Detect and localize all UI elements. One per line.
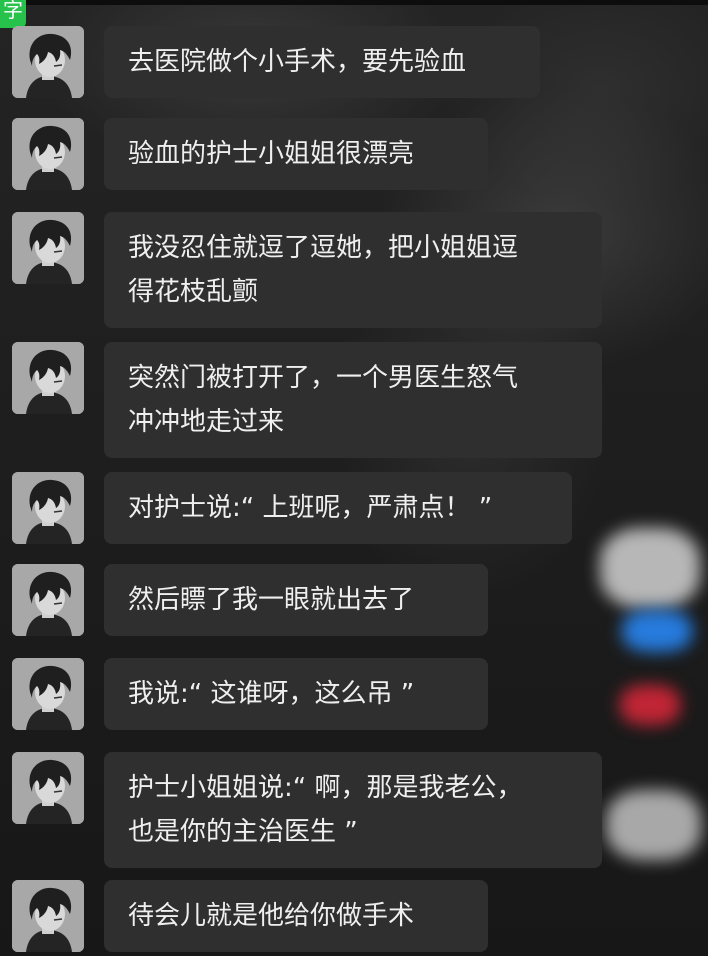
message-text: 护士小姐姐说:“ 啊，那是我老公， (128, 773, 523, 803)
message-bubble[interactable]: 去医院做个小手术，要先验血 (104, 26, 540, 98)
message-text: 冲冲地走过来 (128, 407, 285, 437)
message-text: 得花枝乱颤 (128, 277, 259, 307)
message-bubble[interactable]: 待会儿就是他给你做手术 (104, 880, 488, 952)
avatar-icon[interactable] (12, 880, 84, 952)
message-text: 验血的护士小姐姐很漂亮 (128, 139, 415, 169)
avatar-icon[interactable] (12, 564, 84, 636)
message-text: 对护士说:“ 上班呢，严肃点！ ” (128, 493, 493, 523)
chat-message-list[interactable]: 去医院做个小手术，要先验血 验血的护士小姐姐很漂亮 我没忍住就逗了逗她，把小姐姐… (0, 0, 708, 956)
message-text: 我没忍住就逗了逗她，把小姐姐逗 (128, 233, 519, 263)
message-bubble[interactable]: 验血的护士小姐姐很漂亮 (104, 118, 488, 190)
message-bubble[interactable]: 我没忍住就逗了逗她，把小姐姐逗 得花枝乱颤 (104, 212, 602, 328)
message-text: 突然门被打开了，一个男医生怒气 (128, 363, 519, 393)
avatar-icon[interactable] (12, 472, 84, 544)
message-bubble[interactable]: 我说:“ 这谁呀，这么吊 ” (104, 658, 488, 730)
message-bubble[interactable]: 突然门被打开了，一个男医生怒气 冲冲地走过来 (104, 342, 602, 458)
avatar-icon[interactable] (12, 658, 84, 730)
message-bubble[interactable]: 对护士说:“ 上班呢，严肃点！ ” (104, 472, 572, 544)
message-text: 我说:“ 这谁呀，这么吊 ” (128, 679, 415, 709)
avatar-icon[interactable] (12, 212, 84, 284)
message-bubble[interactable]: 然后瞟了我一眼就出去了 (104, 564, 488, 636)
avatar-icon[interactable] (12, 752, 84, 824)
message-text: 去医院做个小手术，要先验血 (128, 47, 467, 77)
avatar-icon[interactable] (12, 342, 84, 414)
message-bubble[interactable]: 护士小姐姐说:“ 啊，那是我老公， 也是你的主治医生 ” (104, 752, 602, 868)
avatar-icon[interactable] (12, 118, 84, 190)
message-text: 然后瞟了我一眼就出去了 (128, 585, 415, 615)
message-text: 也是你的主治医生 ” (128, 817, 358, 847)
message-text: 待会儿就是他给你做手术 (128, 901, 415, 931)
avatar-icon[interactable] (12, 26, 84, 98)
